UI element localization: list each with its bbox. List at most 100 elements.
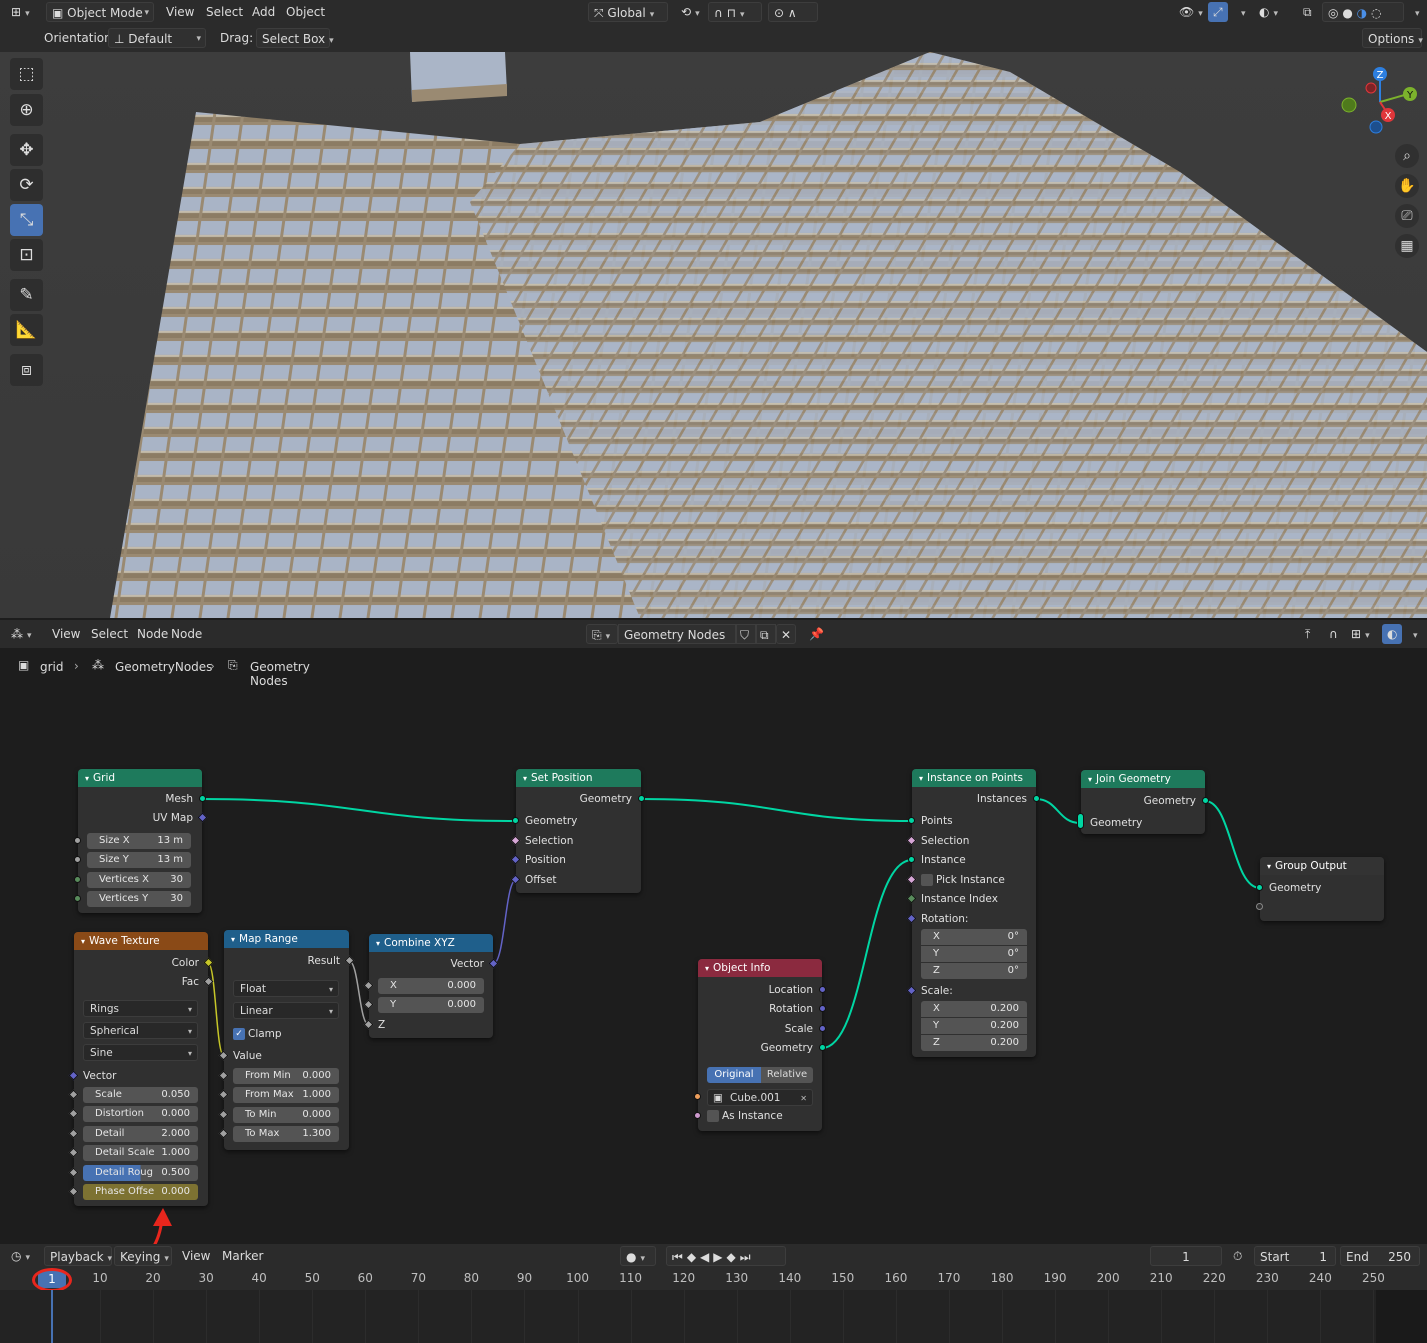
collapse-icon[interactable]: ▾ <box>705 964 709 973</box>
playhead-line[interactable] <box>51 1290 53 1343</box>
ne-menu-node[interactable]: Node <box>171 624 202 644</box>
socket-geometry-in[interactable] <box>512 817 519 824</box>
detail-roughness-field[interactable]: Detail Roug 0.500 <box>83 1165 198 1181</box>
select-box-icon[interactable]: ⬚ <box>10 58 43 90</box>
ne-menu-select[interactable]: Select <box>91 624 128 644</box>
scale-z-field[interactable]: Z 0.200 <box>921 1035 1027 1051</box>
gizmo-toggle[interactable]: ⤢ <box>1208 2 1228 22</box>
set-position-header[interactable]: ▾ Set Position <box>516 769 641 787</box>
play-reverse-icon[interactable]: ◀ <box>700 1250 713 1264</box>
socket-as-instance[interactable] <box>694 1112 701 1119</box>
overlay-button[interactable]: ◐ ▾ <box>1254 2 1283 22</box>
socket-instances[interactable] <box>1033 795 1040 802</box>
distortion-field[interactable]: Distortion 0.000 <box>83 1106 198 1122</box>
menu-add[interactable]: Add <box>252 2 275 22</box>
zoom-icon[interactable]: ⌕ <box>1395 144 1419 168</box>
fake-user-shield-icon[interactable]: ⛉ <box>736 624 756 644</box>
from-min-field[interactable]: From Min 0.000 <box>233 1068 339 1084</box>
collapse-icon[interactable]: ▾ <box>1088 775 1092 784</box>
vertices-y-field[interactable]: Vertices Y 30 <box>87 891 191 907</box>
vertices-x-field[interactable]: Vertices X 30 <box>87 872 191 888</box>
scale-field[interactable]: Scale 0.050 <box>83 1087 198 1103</box>
camera-icon[interactable]: ⎚ <box>1395 204 1419 228</box>
socket-object[interactable] <box>694 1093 701 1100</box>
phase-offset-field[interactable]: Phase Offse 0.000 <box>83 1184 198 1200</box>
navigation-gizmo[interactable]: Z Y X <box>1338 64 1427 144</box>
grid-node[interactable]: ▾ Grid Mesh UV Map Size X 13 m Size Y 13 m … <box>74 769 208 913</box>
snap-mode-icon[interactable]: ⊞ ▾ <box>1346 624 1375 644</box>
transform-icon[interactable]: ⊡ <box>10 239 43 271</box>
group-output-header[interactable]: ▾ Group Output <box>1260 857 1384 875</box>
shading-dropdown[interactable]: ▾ <box>1406 2 1425 22</box>
pivot-point-button[interactable]: ⟲ ▾ <box>676 2 705 22</box>
socket-geometry-out[interactable] <box>638 795 645 802</box>
menu-object[interactable]: Object <box>286 2 325 22</box>
gizmo-dropdown[interactable]: ▾ <box>1232 2 1251 22</box>
annotate-icon[interactable]: ✎ <box>10 279 43 311</box>
socket-geometry-in[interactable] <box>1256 884 1263 891</box>
rotation-y-field[interactable]: Y 0° <box>921 946 1027 962</box>
socket-vertices-x[interactable] <box>74 876 81 883</box>
collapse-icon[interactable]: ▾ <box>81 937 85 946</box>
rotation-z-field[interactable]: Z 0° <box>921 963 1027 979</box>
menu-select[interactable]: Select <box>206 2 243 22</box>
node-editor-type-button[interactable]: ⁂ ▾ <box>6 624 37 644</box>
timeline-editor-type[interactable]: ◷ ▾ <box>6 1246 35 1266</box>
pick-instance-checkbox[interactable] <box>921 874 933 886</box>
data-type-select[interactable]: Float ▾ <box>233 980 339 997</box>
detail-scale-field[interactable]: Detail Scale 1.000 <box>83 1145 198 1161</box>
timeline-body[interactable] <box>0 1290 1427 1343</box>
object-info-header[interactable]: ▾ Object Info <box>698 959 822 977</box>
node-group-name[interactable]: Geometry Nodes <box>618 624 736 644</box>
proportional-edit-button[interactable]: ⊙ ∧ <box>768 2 818 22</box>
wave-type-select[interactable]: Rings ▾ <box>83 1000 198 1017</box>
socket-size-y[interactable] <box>74 856 81 863</box>
shading-buttons[interactable]: ◎ ● ◑ ◌ <box>1322 2 1404 22</box>
socket-location[interactable] <box>819 986 826 993</box>
collapse-icon[interactable]: ▾ <box>523 774 527 783</box>
grid-icon[interactable]: ▦ <box>1395 234 1419 258</box>
ne-menu-view[interactable]: View <box>52 624 80 644</box>
playback-menu[interactable]: Playback ▾ <box>44 1246 112 1266</box>
close-icon[interactable]: ✕ <box>800 1090 807 1107</box>
object-field[interactable]: ▣ Cube.001 ✕ <box>707 1089 813 1106</box>
end-frame-field[interactable]: End 250 <box>1340 1246 1420 1266</box>
wave-texture-node[interactable]: ▾ Wave Texture Color Fac Rings ▾ Spherical… <box>68 932 214 1206</box>
from-max-field[interactable]: From Max 1.000 <box>233 1087 339 1103</box>
menu-view[interactable]: View <box>166 2 194 22</box>
relative-toggle[interactable]: Relative <box>761 1067 813 1083</box>
options-dropdown[interactable]: Options ▾ <box>1362 28 1423 48</box>
measure-icon[interactable]: 📐 <box>10 314 43 346</box>
socket-mesh[interactable] <box>199 795 206 802</box>
socket-points[interactable] <box>908 817 915 824</box>
socket-multi-input[interactable] <box>1077 813 1084 829</box>
playback-controls[interactable]: ⏮◆◀▶◆⏭ <box>666 1246 786 1266</box>
preview-range-icon[interactable]: ⏱ <box>1228 1246 1247 1266</box>
interpolation-select[interactable]: Linear ▾ <box>233 1002 339 1019</box>
timeline-menu-view[interactable]: View <box>182 1246 210 1266</box>
detail-field[interactable]: Detail 2.000 <box>83 1126 198 1142</box>
3d-viewport[interactable]: ⬚ ⊕ ✥ ⟳ ⤡ ⊡ ✎ 📐 ⧈ Z Y X ⌕ ✋ ⎚ ▦ <box>0 52 1427 618</box>
mode-dropdown[interactable]: ▣ Object Mode ▾ <box>46 2 154 22</box>
collapse-icon[interactable]: ▾ <box>231 935 235 944</box>
socket-geometry-out[interactable] <box>1202 797 1209 804</box>
jump-start-icon[interactable]: ⏮ <box>672 1250 687 1264</box>
snap-button[interactable]: ∩ ⊓ ▾ <box>708 2 762 22</box>
as-instance-checkbox[interactable] <box>707 1110 719 1122</box>
set-position-node[interactable]: ▾ Set Position Geometry Geometry Selectio… <box>510 769 645 893</box>
timeline-ruler[interactable]: 10 20 30 40 50 60 70 80 90 100 110 120 130 140 150 160 1… <box>0 1268 1427 1292</box>
socket-size-x[interactable] <box>74 837 81 844</box>
iop-header[interactable]: ▾ Instance on Points <box>912 769 1036 787</box>
keying-menu[interactable]: Keying ▾ <box>114 1246 172 1266</box>
xray-button[interactable]: ⧉ <box>1298 2 1317 22</box>
visibility-button[interactable]: 👁 ▾ <box>1174 2 1208 22</box>
socket-rotation[interactable] <box>819 1005 826 1012</box>
scale-x-field[interactable]: X 0.200 <box>921 1001 1027 1017</box>
record-button[interactable]: ● ▾ <box>620 1246 656 1266</box>
wave-node-header[interactable]: ▾ Wave Texture <box>74 932 208 950</box>
orientation-dropdown[interactable]: ⊥ Default ▾ <box>108 28 206 48</box>
rotation-x-field[interactable]: X 0° <box>921 929 1027 945</box>
timeline-menu-marker[interactable]: Marker <box>222 1246 263 1266</box>
prev-keyframe-icon[interactable]: ◆ <box>687 1250 700 1264</box>
clamp-checkbox[interactable]: ✓ <box>233 1028 245 1040</box>
